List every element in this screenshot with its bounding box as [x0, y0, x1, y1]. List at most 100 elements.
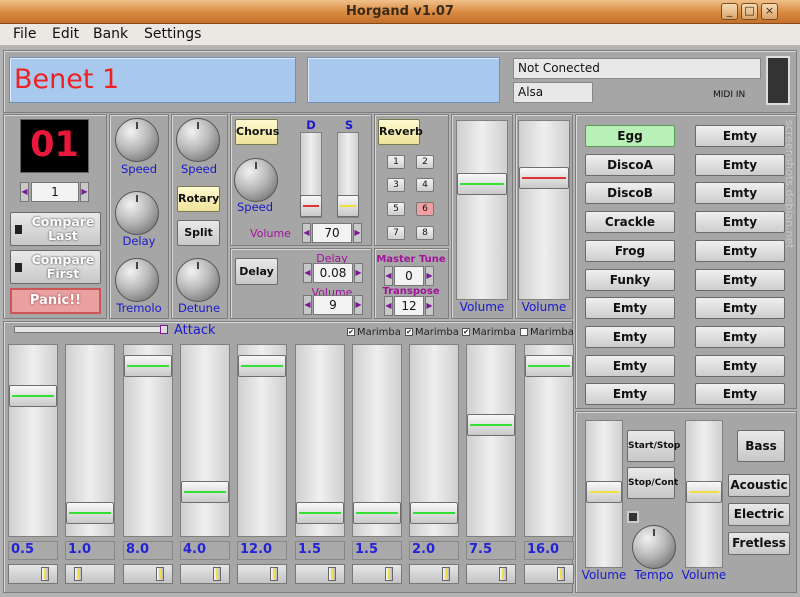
rotary-speed-knob[interactable]	[176, 118, 220, 162]
drawbar-thumb[interactable]	[353, 502, 401, 524]
preset-button[interactable]: Emty	[695, 326, 785, 348]
reverb-preset-6[interactable]: 6	[416, 202, 434, 216]
maximize-icon[interactable]: □	[741, 3, 758, 20]
drawbar-slider[interactable]	[524, 344, 574, 537]
reverb-preset-5[interactable]: 5	[387, 202, 405, 216]
chorus-button[interactable]: Chorus	[235, 119, 279, 145]
delay-volume-decrement-icon[interactable]: ◀	[303, 295, 312, 315]
drawbar-fine-thumb[interactable]	[442, 567, 450, 581]
vibrato-delay-knob[interactable]	[115, 191, 159, 235]
rhythm-volume-right-thumb[interactable]	[686, 481, 722, 503]
chorus-speed-knob[interactable]	[234, 158, 278, 202]
minimize-icon[interactable]: _	[721, 3, 738, 20]
chorus-s-slider[interactable]	[337, 132, 359, 218]
master-tune-spinner[interactable]: 0	[394, 266, 424, 286]
vibrato-speed-knob[interactable]	[115, 118, 159, 162]
marimba-checkbox-1[interactable]: ✔ Marimba	[347, 327, 401, 338]
drawbar-fine-slider[interactable]	[180, 564, 230, 584]
reverb-preset-1[interactable]: 1	[387, 155, 405, 169]
reverb-preset-3[interactable]: 3	[387, 178, 405, 192]
drawbar-slider[interactable]	[409, 344, 459, 537]
drawbar-fine-thumb[interactable]	[41, 567, 49, 581]
preset-button[interactable]: Emty	[695, 125, 785, 147]
start-stop-button[interactable]: Start/Stop	[627, 430, 680, 462]
volume-slider-a[interactable]	[456, 120, 508, 300]
master-tune-decrement-icon[interactable]: ◀	[384, 266, 393, 286]
drawbar-slider[interactable]	[466, 344, 516, 537]
drawbar-fine-thumb[interactable]	[213, 567, 221, 581]
transpose-decrement-icon[interactable]: ◀	[384, 296, 393, 316]
preset-button[interactable]: Emty	[585, 326, 675, 348]
delay-button[interactable]: Delay	[235, 258, 278, 285]
detune-knob[interactable]	[176, 258, 220, 302]
acoustic-button[interactable]: Acoustic	[728, 474, 790, 497]
menu-file[interactable]: File	[13, 26, 36, 42]
drawbar-fine-thumb[interactable]	[328, 567, 336, 581]
drawbar-fine-slider[interactable]	[65, 564, 115, 584]
drawbar-fine-slider[interactable]	[237, 564, 287, 584]
volume-b-thumb[interactable]	[519, 167, 569, 189]
drawbar-fine-slider[interactable]	[8, 564, 58, 584]
close-icon[interactable]: ×	[761, 3, 778, 20]
compare-last-button[interactable]: Compare Last	[10, 212, 101, 246]
delay-time-decrement-icon[interactable]: ◀	[303, 263, 312, 283]
drawbar-fine-thumb[interactable]	[74, 567, 82, 581]
menu-settings[interactable]: Settings	[144, 26, 201, 42]
reverb-preset-4[interactable]: 4	[416, 178, 434, 192]
chorus-volume-decrement-icon[interactable]: ◀	[302, 223, 311, 243]
preset-button[interactable]: Emty	[695, 211, 785, 233]
stop-cont-button[interactable]: Stop/Cont	[627, 467, 678, 499]
preset-button[interactable]: Funky	[585, 269, 675, 291]
rhythm-volume-right-slider[interactable]	[685, 420, 723, 568]
marimba-check-box-2[interactable]: ✔	[405, 328, 413, 336]
drawbar-fine-slider[interactable]	[466, 564, 516, 584]
preset-button[interactable]: Emty	[585, 383, 675, 405]
drawbar-thumb[interactable]	[9, 385, 57, 407]
panic-button[interactable]: Panic!!	[10, 288, 101, 314]
drawbar-thumb[interactable]	[124, 355, 172, 377]
reverb-preset-8[interactable]: 8	[416, 226, 434, 240]
drawbar-fine-thumb[interactable]	[557, 567, 565, 581]
rotary-button[interactable]: Rotary	[177, 186, 220, 212]
preset-button[interactable]: DiscoA	[585, 154, 675, 176]
drawbar-fine-slider[interactable]	[295, 564, 345, 584]
rhythm-volume-left-slider[interactable]	[585, 420, 623, 568]
master-tune-increment-icon[interactable]: ▶	[425, 266, 434, 286]
drawbar-fine-slider[interactable]	[123, 564, 173, 584]
delay-time-increment-icon[interactable]: ▶	[354, 263, 363, 283]
drawbar-slider[interactable]	[237, 344, 287, 537]
tremolo-knob[interactable]	[115, 258, 159, 302]
drawbar-thumb[interactable]	[181, 481, 229, 503]
bass-button[interactable]: Bass	[737, 430, 785, 462]
reverb-button[interactable]: Reverb	[378, 119, 423, 145]
drawbar-slider[interactable]	[8, 344, 58, 537]
drawbar-thumb[interactable]	[296, 502, 344, 524]
drawbar-thumb[interactable]	[410, 502, 458, 524]
chorus-s-thumb[interactable]	[337, 195, 359, 217]
preset-button[interactable]: Frog	[585, 240, 675, 262]
split-button[interactable]: Split	[177, 220, 220, 246]
chorus-volume-increment-icon[interactable]: ▶	[353, 223, 362, 243]
menu-bank[interactable]: Bank	[93, 26, 128, 42]
marimba-check-box-4[interactable]	[520, 328, 528, 336]
chorus-d-slider[interactable]	[300, 132, 322, 218]
drawbar-thumb[interactable]	[467, 414, 515, 436]
drawbar-fine-slider[interactable]	[352, 564, 402, 584]
preset-button[interactable]: Emty	[695, 240, 785, 262]
drawbar-fine-thumb[interactable]	[270, 567, 278, 581]
preset-button[interactable]: Emty	[585, 297, 675, 319]
marimba-check-box-1[interactable]: ✔	[347, 328, 355, 336]
drawbar-thumb[interactable]	[66, 502, 114, 524]
drawbar-fine-thumb[interactable]	[499, 567, 507, 581]
drawbar-slider[interactable]	[180, 344, 230, 537]
drawbar-slider[interactable]	[65, 344, 115, 537]
preset-button[interactable]: Emty	[695, 154, 785, 176]
rhythm-volume-left-thumb[interactable]	[586, 481, 622, 503]
preset-button[interactable]: Crackle	[585, 211, 675, 233]
bank-decrement-arrow-icon[interactable]: ◀	[20, 182, 29, 202]
marimba-checkbox-2[interactable]: ✔ Marimba	[405, 327, 459, 338]
marimba-checkbox-4[interactable]: Marimba	[520, 327, 574, 338]
delay-time-spinner[interactable]: 0.08	[313, 263, 353, 283]
transpose-increment-icon[interactable]: ▶	[425, 296, 434, 316]
drawbar-slider[interactable]	[295, 344, 345, 537]
